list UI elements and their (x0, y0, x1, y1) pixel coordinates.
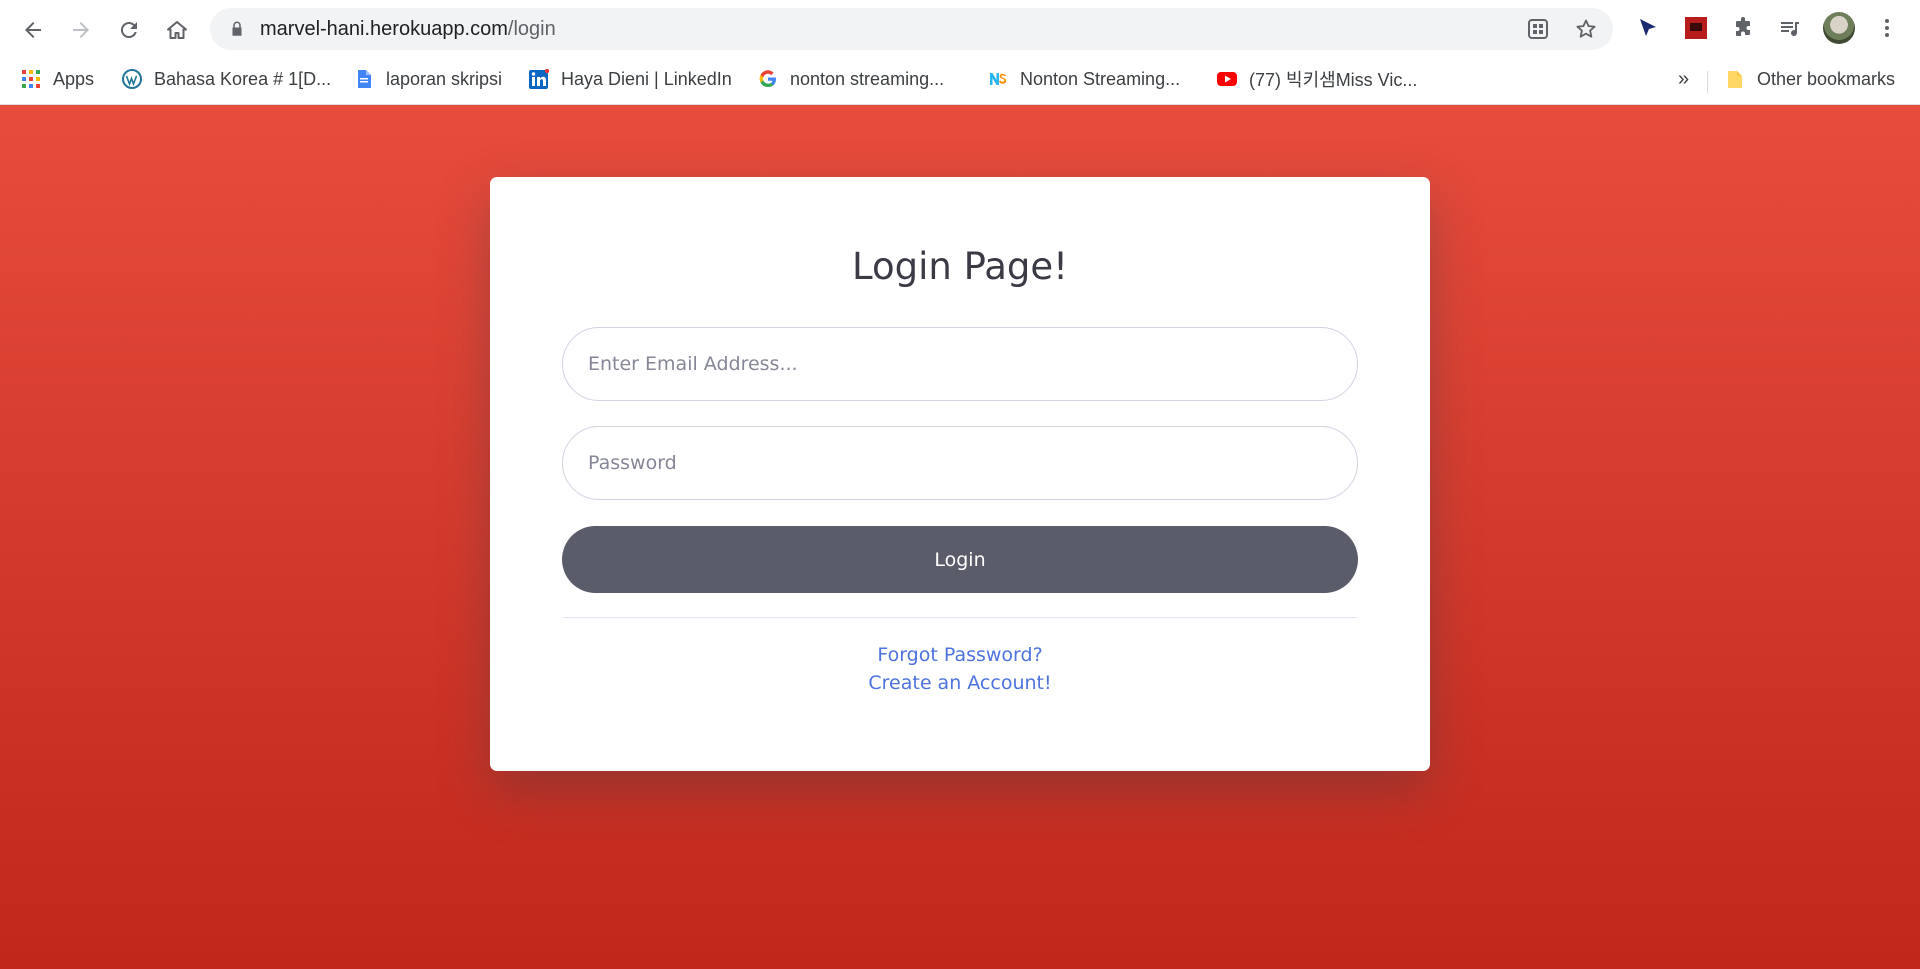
red-extension-icon[interactable] (1682, 14, 1710, 42)
bookmark-label: (77) 빅키샘Miss Vic... (1249, 70, 1418, 90)
url-path: /login (507, 18, 556, 40)
profile-avatar[interactable] (1823, 12, 1855, 44)
bookmark-apps[interactable]: Apps (21, 63, 94, 95)
overflow-chevron-icon: » (1678, 67, 1690, 90)
google-icon (758, 69, 778, 89)
page-title: Login Page! (852, 245, 1068, 288)
browser-toolbar: marvel-hani.herokuapp.com/login (0, 0, 1920, 57)
bookmark-label: Other bookmarks (1757, 68, 1896, 89)
url-text: marvel-hani.herokuapp.com/login (260, 18, 556, 41)
bookmark-label: Bahasa Korea # 1[D... (154, 68, 332, 89)
divider (562, 617, 1358, 618)
page-background: Login Page! Login Forgot Password? Creat… (0, 105, 1920, 969)
bookmark-laporan-skripsi[interactable]: laporan skripsi (354, 63, 502, 95)
puzzle-icon[interactable] (1729, 14, 1757, 42)
install-app-icon[interactable] (1526, 17, 1550, 41)
forward-arrow-icon (73, 22, 89, 38)
login-button[interactable]: Login (562, 526, 1358, 593)
wordpress-icon (122, 69, 142, 89)
bookmark-nonton-streaming-ns[interactable]: Nonton Streaming... (988, 63, 1180, 95)
forward-button[interactable] (63, 12, 99, 48)
bookmark-bahasa-korea[interactable]: Bahasa Korea # 1[D... (122, 63, 331, 95)
password-field[interactable] (562, 426, 1358, 500)
bookmark-label: Haya Dieni | LinkedIn (561, 68, 732, 89)
folder-icon (1725, 69, 1745, 89)
media-queue-icon[interactable] (1776, 14, 1804, 42)
create-account-link[interactable]: Create an Account! (490, 672, 1430, 694)
document-icon (354, 69, 374, 89)
linkedin-icon (529, 69, 549, 89)
bookmarks-bar: Apps Bahasa Korea # 1[D... laporan skrip… (0, 57, 1920, 105)
bookmark-label: Nonton Streaming... (1020, 68, 1181, 89)
back-arrow-icon (25, 22, 41, 38)
lock-icon (232, 21, 242, 36)
reload-button[interactable] (111, 12, 147, 48)
bookmark-label: laporan skripsi (386, 68, 503, 89)
kebab-menu-icon[interactable] (1873, 14, 1901, 42)
ns-icon (988, 69, 1008, 89)
url-domain: marvel-hani.herokuapp.com (260, 18, 508, 40)
cursor-extension-icon[interactable] (1634, 14, 1662, 42)
bookmarks-overflow-button[interactable]: » (1678, 63, 1689, 95)
bookmark-youtube[interactable]: (77) 빅키샘Miss Vic... (1217, 63, 1417, 95)
home-icon (167, 21, 187, 39)
reload-icon (120, 22, 137, 39)
bookmark-nonton-streaming-google[interactable]: nonton streaming... (758, 63, 944, 95)
bookmark-label: nonton streaming... (790, 68, 945, 89)
bookmark-label: Apps (53, 68, 95, 89)
bookmark-other-bookmarks[interactable]: Other bookmarks (1725, 63, 1895, 95)
bookmarks-separator (1707, 71, 1708, 93)
login-card: Login Page! Login Forgot Password? Creat… (490, 177, 1430, 771)
back-button[interactable] (15, 12, 51, 48)
bookmark-linkedin[interactable]: Haya Dieni | LinkedIn (529, 63, 732, 95)
address-bar[interactable]: marvel-hani.herokuapp.com/login (210, 8, 1613, 50)
email-field[interactable] (562, 327, 1358, 401)
bookmark-star-icon[interactable] (1574, 17, 1598, 41)
forgot-password-link[interactable]: Forgot Password? (490, 644, 1430, 666)
youtube-icon (1217, 69, 1237, 89)
home-button[interactable] (159, 12, 195, 48)
apps-grid-icon (21, 69, 41, 89)
